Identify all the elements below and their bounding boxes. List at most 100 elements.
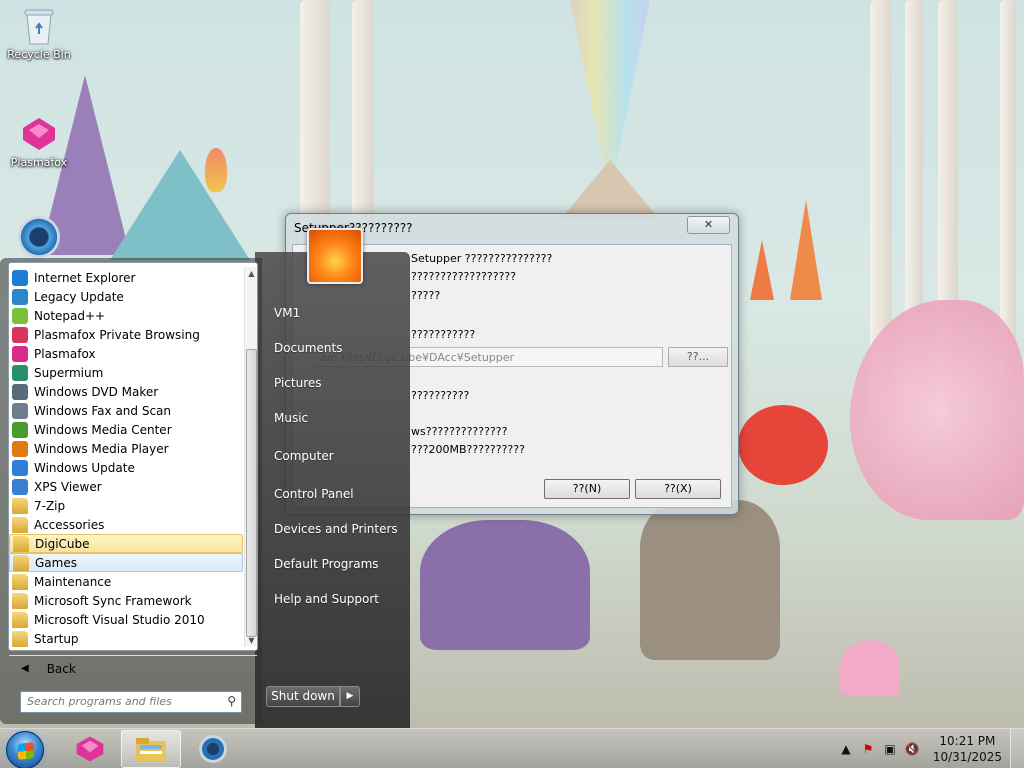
- desktop-icon-plasmafox[interactable]: Plasmafox: [2, 114, 76, 169]
- program-item[interactable]: Plasmafox: [9, 344, 243, 363]
- taskbar: ▲ ⚑ ▣ 🔇 10:21 PM 10/31/2025: [0, 728, 1024, 768]
- start-right-item-music[interactable]: Music: [274, 411, 308, 425]
- search-icon: ⚲: [227, 694, 236, 708]
- program-list-scrollbar[interactable]: ▲ ▼: [244, 267, 257, 647]
- program-label: Plasmafox Private Browsing: [34, 327, 200, 342]
- start-right-item-default-programs[interactable]: Default Programs: [274, 557, 379, 571]
- folder-icon: [12, 630, 28, 647]
- clock[interactable]: 10:21 PM 10/31/2025: [933, 733, 1002, 765]
- start-right-item-pictures[interactable]: Pictures: [274, 376, 322, 390]
- program-folder[interactable]: DigiCube: [9, 534, 243, 553]
- program-item[interactable]: Plasmafox Private Browsing: [9, 325, 243, 344]
- program-item[interactable]: Supermium: [9, 363, 243, 382]
- desktop-icon-label: Plasmafox: [10, 156, 68, 169]
- dialog-text: ???200MB??????????: [411, 443, 525, 456]
- search-placeholder: Search programs and files: [27, 695, 172, 708]
- program-label: Windows Media Center: [34, 422, 172, 437]
- taskbar-plasmafox[interactable]: [60, 730, 120, 768]
- dialog-text: ws??????????????: [411, 425, 508, 438]
- supermium-icon: [12, 364, 28, 381]
- program-folder[interactable]: 7-Zip: [9, 496, 243, 515]
- browse-button[interactable]: ??...: [668, 347, 728, 367]
- media-player-icon: [12, 440, 28, 457]
- folder-icon: [12, 497, 28, 514]
- program-label: 7-Zip: [34, 498, 66, 513]
- plasmafox-icon: [76, 736, 104, 762]
- dialog-text: ???????????: [411, 328, 476, 341]
- dialog-text: ?????: [411, 289, 441, 302]
- start-search-input[interactable]: Search programs and files ⚲: [20, 691, 242, 713]
- folder-icon: [12, 516, 28, 533]
- program-label: XPS Viewer: [34, 479, 102, 494]
- legacy-update-icon: [12, 288, 28, 305]
- dvd-maker-icon: [12, 383, 28, 400]
- show-hidden-icons-icon[interactable]: ▲: [838, 741, 854, 757]
- fax-scan-icon: [12, 402, 28, 419]
- taskbar-supermium[interactable]: [183, 730, 243, 768]
- program-label: Accessories: [34, 517, 105, 532]
- xps-viewer-icon: [12, 478, 28, 495]
- taskbar-explorer[interactable]: [121, 730, 181, 768]
- dialog-text: Setupper ???????????????: [411, 252, 553, 265]
- program-folder[interactable]: Microsoft Visual Studio 2010: [9, 610, 243, 629]
- start-right-item-user[interactable]: VM1: [274, 306, 300, 320]
- program-label: Games: [35, 555, 77, 570]
- scroll-thumb[interactable]: [246, 349, 257, 637]
- plasmafox-private-icon: [12, 326, 28, 343]
- program-item[interactable]: Windows Fax and Scan: [9, 401, 243, 420]
- program-folder[interactable]: Startup: [9, 629, 243, 648]
- folder-icon: [12, 573, 28, 590]
- program-folder[interactable]: Microsoft Sync Framework: [9, 591, 243, 610]
- program-label: Supermium: [34, 365, 104, 380]
- start-menu: Internet Explorer Legacy Update Notepad++ P…: [0, 228, 410, 728]
- dialog-close-button[interactable]: ✕: [687, 216, 730, 234]
- folder-icon: [12, 611, 28, 628]
- network-icon[interactable]: ▣: [882, 741, 898, 757]
- cancel-button[interactable]: ??(X): [635, 479, 721, 499]
- plasmafox-icon: [12, 345, 28, 362]
- desktop-icon-recycle-bin[interactable]: Recycle Bin: [2, 6, 76, 61]
- program-label: Microsoft Visual Studio 2010: [34, 612, 205, 627]
- recycle-bin-icon: [19, 6, 59, 46]
- program-folder[interactable]: Maintenance: [9, 572, 243, 591]
- action-center-icon[interactable]: ⚑: [860, 741, 876, 757]
- next-button[interactable]: ??(N): [544, 479, 630, 499]
- program-label: DigiCube: [35, 536, 90, 551]
- scroll-up-arrow[interactable]: ▲: [245, 267, 258, 280]
- shutdown-button[interactable]: Shut down: [266, 686, 340, 707]
- start-right-item-control-panel[interactable]: Control Panel: [274, 487, 354, 501]
- show-desktop-button[interactable]: [1010, 729, 1024, 768]
- folder-icon: [13, 535, 29, 552]
- desktop-icon-label: Recycle Bin: [7, 48, 71, 61]
- start-button[interactable]: [6, 731, 44, 768]
- internet-explorer-icon: [12, 269, 28, 286]
- start-right-item-devices-printers[interactable]: Devices and Printers: [274, 522, 398, 536]
- back-button[interactable]: ◀ Back: [9, 655, 257, 681]
- program-folder[interactable]: Games: [9, 553, 243, 572]
- program-item[interactable]: Windows Media Player: [9, 439, 243, 458]
- program-label: Internet Explorer: [34, 270, 136, 285]
- program-item[interactable]: Notepad++: [9, 306, 243, 325]
- program-item[interactable]: XPS Viewer: [9, 477, 243, 496]
- program-label: Maintenance: [34, 574, 112, 589]
- program-label: Notepad++: [34, 308, 106, 323]
- start-right-item-computer[interactable]: Computer: [274, 449, 334, 463]
- program-item[interactable]: Windows DVD Maker: [9, 382, 243, 401]
- windows-logo-icon: [18, 742, 34, 760]
- start-right-item-help-support[interactable]: Help and Support: [274, 592, 379, 606]
- shutdown-options-button[interactable]: ▶: [340, 686, 360, 707]
- program-item[interactable]: Internet Explorer: [9, 268, 243, 287]
- back-label: Back: [46, 661, 76, 676]
- media-center-icon: [12, 421, 28, 438]
- dialog-text: ??????????: [411, 389, 470, 402]
- clock-time: 10:21 PM: [939, 734, 996, 748]
- volume-muted-icon[interactable]: 🔇: [904, 741, 920, 757]
- notepad-plus-plus-icon: [12, 307, 28, 324]
- program-item[interactable]: Legacy Update: [9, 287, 243, 306]
- user-picture[interactable]: [307, 228, 363, 284]
- start-right-item-documents[interactable]: Documents: [274, 341, 342, 355]
- program-folder[interactable]: Accessories: [9, 515, 243, 534]
- program-item[interactable]: Windows Update: [9, 458, 243, 477]
- scroll-down-arrow[interactable]: ▼: [245, 634, 258, 647]
- program-item[interactable]: Windows Media Center: [9, 420, 243, 439]
